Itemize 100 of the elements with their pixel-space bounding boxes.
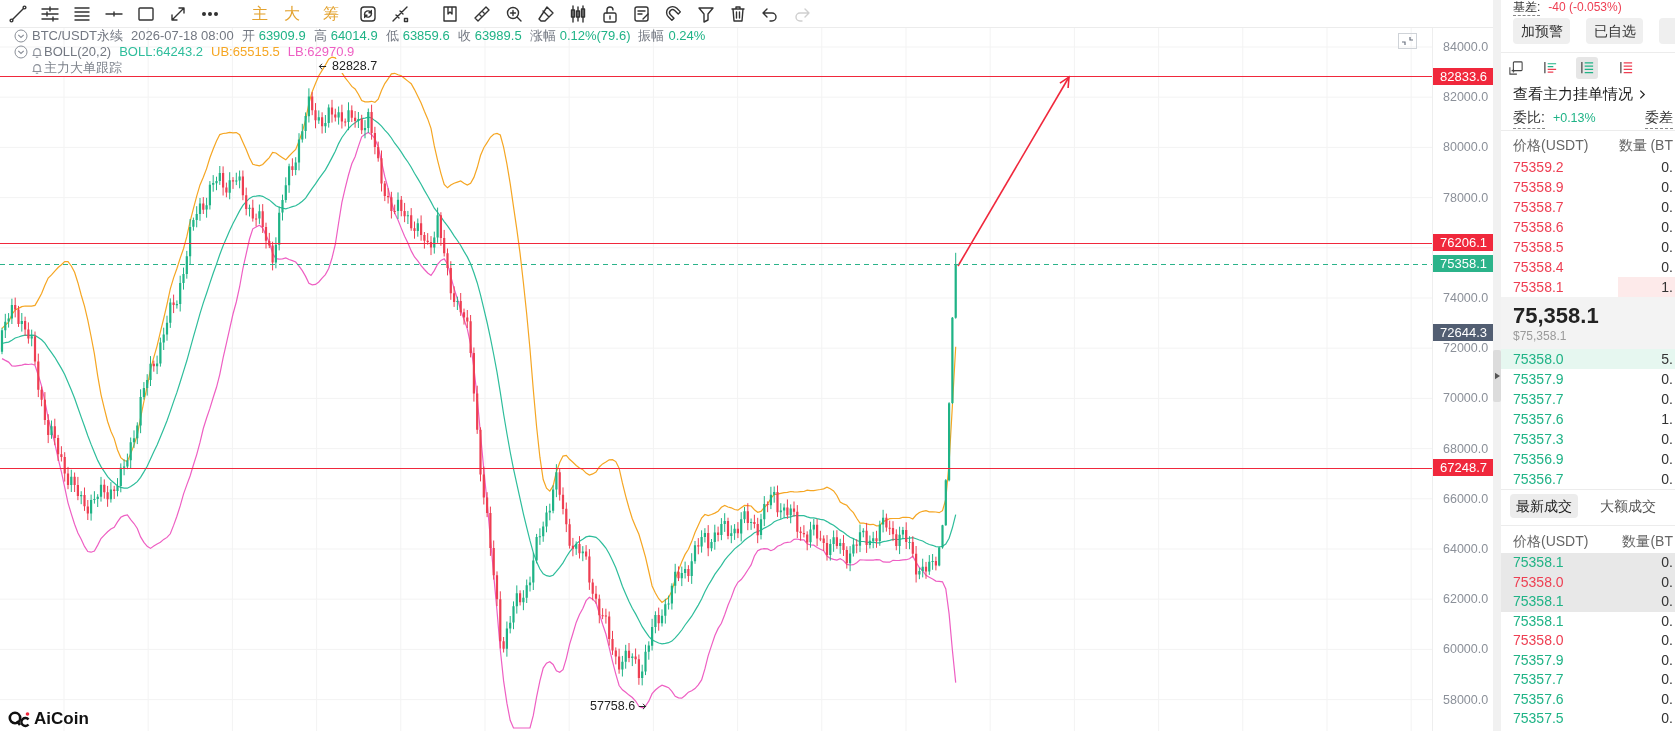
price-tag: 75358.1 [1433,255,1494,273]
book-price: 75357.6 [1513,410,1564,429]
axis-label: 72000.0 [1443,341,1489,356]
axis-label: 62000.0 [1443,592,1489,607]
trade-price: 75358.0 [1513,631,1564,650]
basis-value: -40 (-0.053%) [1548,0,1622,16]
bookmark-icon[interactable] [440,3,460,24]
trade-price: 75358.1 [1513,553,1564,572]
magnet-icon[interactable] [664,3,684,24]
bid-list-icon [1579,60,1595,75]
axis-label: 80000.0 [1443,140,1489,155]
trash-icon[interactable] [728,3,748,24]
price-tag: 67248.7 [1433,458,1494,476]
book-price: 75358.9 [1513,178,1564,197]
trade-quantity: 0. [1661,592,1673,611]
axis-label: 78000.0 [1443,190,1489,205]
trade-quantity: 0. [1661,689,1673,709]
book-quantity: 0. [1661,450,1673,469]
trade-price: 75357.6 [1513,689,1564,709]
book-price: 75357.3 [1513,430,1564,449]
book-price: 75358.7 [1513,198,1564,217]
diff-label: 委差 [1645,107,1673,129]
stat-label: 高 [313,28,327,44]
stat-value: 63989.5 [474,28,522,44]
column-header: 价格(USDT) [1513,532,1589,551]
candlestick-icon[interactable] [568,3,588,24]
low-price-label: 57758.6 [590,699,636,713]
trade-quantity: 0. [1661,650,1673,670]
trade-quantity: 0. [1661,553,1673,572]
tracker-label[interactable]: 主力大单跟踪 [44,60,122,76]
usd-price: $75,358.1 [1513,329,1568,343]
trade-price: 75358.0 [1513,572,1564,592]
window-icon[interactable] [1509,60,1523,75]
trade-quantity: 0. [1661,572,1673,592]
column-header: 数量 (BT [1618,136,1673,155]
book-quantity: 0. [1661,178,1673,197]
stat-value: 63859.6 [402,28,450,44]
book-price: 75358.4 [1513,258,1564,277]
stat-label: 振幅 [638,28,665,44]
axis-label: 66000.0 [1443,491,1489,506]
logo-icon [8,710,30,728]
stat-label: 低 [385,28,399,44]
book-quantity: 0. [1661,370,1673,389]
axis-label: 84000.0 [1443,40,1489,54]
trades-tab[interactable]: 大额成交 [1594,494,1662,518]
book-quantity: 0. [1661,470,1673,489]
basis-label: 基差: [1513,0,1541,16]
note-icon[interactable] [632,3,652,24]
indicator-name: BOLL(20,2) [44,44,112,60]
price-tag: 82833.6 [1433,67,1494,85]
column-header: 价格(USDT) [1513,136,1589,155]
stat-label: 涨幅 [529,28,556,44]
stat-value: 64014.9 [330,28,378,44]
book-quantity: 1. [1661,278,1673,297]
bell-icon[interactable] [30,61,44,75]
price-tag: 72644.3 [1433,323,1494,341]
axis-label: 82000.0 [1443,90,1489,105]
collapse-handle[interactable] [1493,350,1501,402]
caret-icon [1494,372,1500,380]
action-button[interactable]: 加预警 [1513,18,1570,44]
trade-price: 75358.1 [1513,592,1564,611]
price-tag: 76206.1 [1433,234,1494,252]
action-button[interactable]: 已自选 [1586,18,1643,44]
book-quantity: 0. [1661,430,1673,449]
column-header: 数量(BT [1622,532,1673,551]
trades-tab[interactable]: 最新成交 [1510,494,1578,518]
stat-value: 0.12%(79.6) [559,28,631,44]
indicator-value: BOLL:64243.2 [119,44,204,60]
bell-icon[interactable] [30,45,44,59]
book-price: 75356.7 [1513,470,1564,489]
price-line[interactable] [0,242,1432,244]
trade-quantity: 0. [1661,709,1673,728]
line-tool-icon[interactable] [8,3,28,24]
axis-label: 60000.0 [1443,642,1489,657]
last-price: 75,358.1 [1513,302,1600,329]
ratio-value: +0.13% [1552,109,1596,127]
indicator-value: LB:62970.9 [287,44,355,60]
lock-icon[interactable] [600,3,620,24]
order-watch-link[interactable]: 查看主力挂单情况 [1513,84,1646,104]
price-line[interactable] [0,467,1432,469]
order-book-icon [1542,60,1558,75]
chevron-icon [1639,88,1646,100]
price-line[interactable] [0,76,1432,78]
trade-price: 75357.9 [1513,650,1564,670]
book-quantity: 0. [1661,390,1673,409]
sync-icon[interactable] [358,3,378,24]
parallel-lines-icon[interactable] [40,3,60,24]
book-quantity: 5. [1661,350,1673,369]
axis-label: 74000.0 [1443,291,1489,305]
ratio-label: 委比: [1513,107,1545,129]
trade-quantity: 0. [1661,631,1673,650]
arrow-icon [318,61,327,71]
book-view-button[interactable] [1576,56,1598,79]
indicator-value: UB:65515.5 [211,44,280,60]
axis-label: 58000.0 [1443,692,1489,707]
book-quantity: 0. [1661,198,1673,217]
logo-text: AiCoin [34,709,89,729]
trade-price: 75357.7 [1513,670,1564,689]
book-quantity: 0. [1661,158,1673,177]
book-quantity: 0. [1661,258,1673,277]
